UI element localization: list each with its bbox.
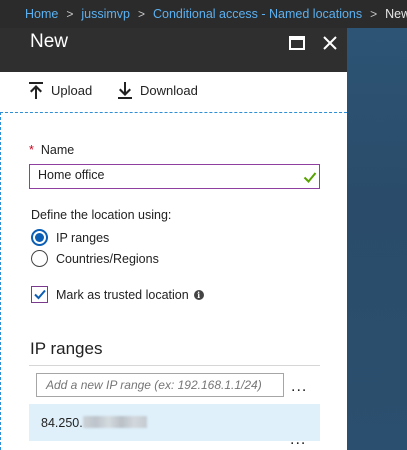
ip-range-value: 84.250. <box>41 416 83 430</box>
trusted-location-checkbox[interactable]: Mark as trusted location i <box>31 286 204 303</box>
download-icon <box>118 82 132 99</box>
close-icon <box>323 36 337 50</box>
radio-indicator <box>31 250 48 267</box>
radio-ip-ranges[interactable]: IP ranges <box>31 229 109 246</box>
checkmark-icon <box>33 289 46 300</box>
download-label: Download <box>140 83 198 98</box>
blade-title: New <box>30 31 69 52</box>
blade-header: New <box>0 28 347 72</box>
breadcrumb-named-locations[interactable]: Conditional access - Named locations <box>153 7 362 21</box>
breadcrumb-home[interactable]: Home <box>25 7 58 21</box>
ip-range-row[interactable]: 84.250. <box>29 404 320 441</box>
breadcrumb-separator: > <box>137 7 145 21</box>
breadcrumb-separator: > <box>370 7 378 21</box>
close-button[interactable] <box>319 32 341 54</box>
breadcrumb-current: New <box>385 7 407 21</box>
radio-countries-regions-label: Countries/Regions <box>56 251 159 266</box>
maximize-icon <box>289 36 305 50</box>
upload-button[interactable]: Upload <box>29 82 92 99</box>
name-label: Name <box>40 143 75 157</box>
command-bar: Upload Download <box>0 72 347 112</box>
checkmark-icon <box>303 172 317 183</box>
radio-ip-ranges-label: IP ranges <box>56 230 110 245</box>
radio-selected-indicator <box>31 229 48 246</box>
breadcrumb-tenant[interactable]: jussimvp <box>81 7 130 21</box>
radio-countries-regions[interactable]: Countries/Regions <box>31 250 159 267</box>
ip-ranges-heading: IP ranges <box>30 339 103 358</box>
blade-content: * Name Home office Define the location us… <box>0 112 347 450</box>
background-panel <box>347 28 407 450</box>
section-divider <box>29 365 320 366</box>
checkbox-box <box>31 286 48 303</box>
redacted-ip-part <box>83 416 147 428</box>
ip-row-more-button[interactable]: ... <box>290 432 306 448</box>
name-label-row: * Name <box>29 143 74 157</box>
ip-input-more-button[interactable]: ... <box>291 379 307 395</box>
new-location-blade: New Upload Download * Name Home office De… <box>0 28 347 450</box>
ip-range-input[interactable]: Add a new IP range (ex: 192.168.1.1/24) <box>36 373 284 397</box>
define-location-label: Define the location using: <box>31 208 172 222</box>
info-icon[interactable]: i <box>193 289 204 300</box>
required-marker: * <box>29 143 34 157</box>
upload-icon <box>29 82 43 99</box>
download-button[interactable]: Download <box>118 82 198 99</box>
breadcrumb: Home > jussimvp > Conditional access - N… <box>0 0 407 28</box>
upload-label: Upload <box>51 83 93 98</box>
trusted-location-label: Mark as trusted location <box>56 287 189 302</box>
maximize-button[interactable] <box>286 32 308 54</box>
name-input[interactable]: Home office <box>29 164 320 189</box>
breadcrumb-separator: > <box>66 7 74 21</box>
